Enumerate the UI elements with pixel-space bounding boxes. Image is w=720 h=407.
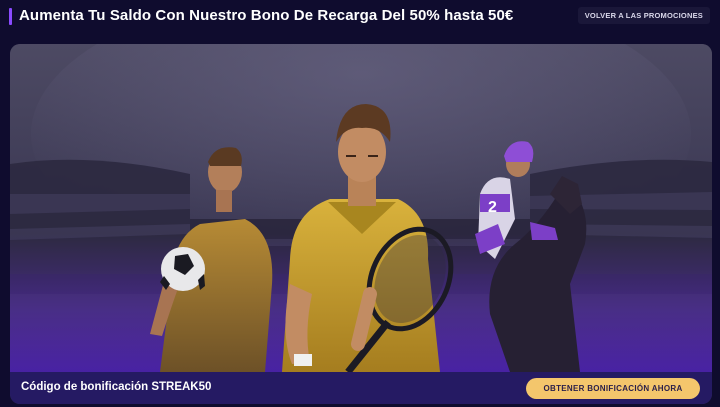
jockey-number: 2 [488,199,497,216]
bonus-code-label: Código de bonificación STREAK50 [21,381,212,393]
promotion-header: Aumenta Tu Saldo Con Nuestro Bono De Rec… [0,0,720,34]
title-accent-bar [9,8,12,25]
banner-illustration: 2 [10,44,712,372]
back-to-promotions-button[interactable]: VOLVER A LAS PROMOCIONES [577,7,710,24]
promotion-banner: 2 Código de bonificación STREAK50 OBTENE… [10,44,712,404]
claim-bonus-button[interactable]: OBTENER BONIFICACIÓN AHORA [526,378,700,399]
page-title: Aumenta Tu Saldo Con Nuestro Bono De Rec… [19,7,514,24]
bonus-bar: Código de bonificación STREAK50 OBTENER … [10,372,712,404]
